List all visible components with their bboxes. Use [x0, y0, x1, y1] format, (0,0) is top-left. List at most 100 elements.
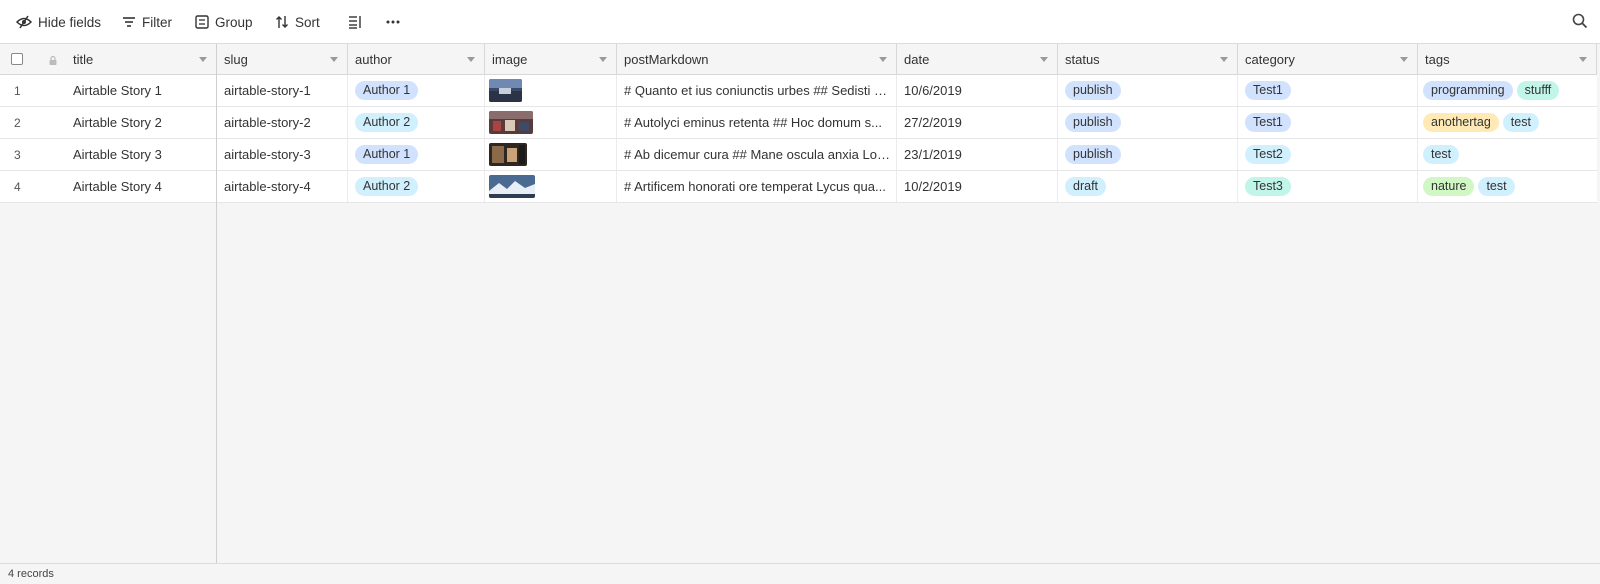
status-cell[interactable]: draft	[1058, 171, 1238, 202]
sort-button[interactable]: Sort	[275, 10, 320, 34]
image-caret-icon[interactable]	[599, 57, 607, 62]
hide-fields-button[interactable]: Hide fields	[16, 10, 101, 34]
primary-cell[interactable]: 3 Airtable Story 3	[0, 139, 216, 170]
eye-slash-icon	[16, 15, 32, 29]
tags-cell[interactable]: programming stufff	[1418, 75, 1597, 106]
row-height-button[interactable]	[348, 10, 362, 34]
image-cell[interactable]	[485, 171, 617, 202]
slug-cell[interactable]: airtable-story-3	[217, 139, 348, 170]
summary-bar: 4 records	[0, 563, 1600, 584]
header-status[interactable]: status	[1058, 44, 1238, 74]
author-pill: Author 2	[355, 113, 419, 132]
date-cell[interactable]: 10/2/2019	[897, 171, 1058, 202]
row-number: 3	[14, 147, 21, 162]
status-pill: publish	[1065, 145, 1121, 164]
date-caret-icon[interactable]	[1040, 57, 1048, 62]
status-pill: draft	[1065, 177, 1107, 196]
category-cell[interactable]: Test1	[1238, 75, 1418, 106]
category-pill: Test1	[1245, 113, 1291, 132]
category-caret-icon[interactable]	[1400, 57, 1408, 62]
table-row[interactable]: 1 Airtable Story 1 airtable-story-1 Auth…	[0, 75, 1597, 107]
slug-cell[interactable]: airtable-story-2	[217, 107, 348, 138]
row-number: 4	[14, 179, 21, 194]
image-thumbnail[interactable]	[489, 79, 522, 102]
tags-cell[interactable]: nature test	[1418, 171, 1597, 202]
slug-cell[interactable]: airtable-story-4	[217, 171, 348, 202]
header-row: title slug author image postMarkdown dat…	[0, 44, 1597, 75]
search-button[interactable]	[1572, 13, 1588, 32]
postmarkdown-cell[interactable]: # Autolyci eminus retenta ## Hoc domum s…	[617, 107, 897, 138]
category-cell[interactable]: Test2	[1238, 139, 1418, 170]
header-date[interactable]: date	[897, 44, 1058, 74]
author-caret-icon[interactable]	[467, 57, 475, 62]
postmarkdown-cell[interactable]: # Quanto et ius coniunctis urbes ## Sedi…	[617, 75, 897, 106]
header-slug[interactable]: slug	[217, 44, 348, 74]
author-cell[interactable]: Author 1	[348, 75, 485, 106]
postmarkdown-value: # Ab dicemur cura ## Mane oscula anxia L…	[624, 147, 892, 162]
image-cell[interactable]	[485, 75, 617, 106]
postmarkdown-cell[interactable]: # Artificem honorati ore temperat Lycus …	[617, 171, 897, 202]
title-value: Airtable Story 3	[73, 147, 162, 162]
header-category-label: category	[1245, 51, 1295, 67]
search-icon	[1572, 13, 1588, 29]
header-date-label: date	[904, 51, 930, 67]
more-options-button[interactable]	[386, 10, 400, 34]
image-thumbnail[interactable]	[489, 175, 535, 198]
hide-fields-label: Hide fields	[38, 14, 102, 30]
filter-icon	[123, 17, 135, 27]
postmarkdown-caret-icon[interactable]	[879, 57, 887, 62]
header-slug-label: slug	[224, 51, 248, 67]
group-button[interactable]: Group	[195, 10, 253, 34]
frozen-column-divider[interactable]	[216, 44, 217, 584]
header-title[interactable]: title	[73, 52, 93, 67]
record-count: 4 records	[8, 568, 54, 580]
tag-pill: anothertag	[1423, 113, 1499, 132]
table-row[interactable]: 2 Airtable Story 2 airtable-story-2 Auth…	[0, 107, 1597, 139]
view-toolbar: Hide fields Filter Group Sort	[0, 0, 1600, 44]
tag-pill: test	[1423, 145, 1460, 164]
image-cell[interactable]	[485, 107, 617, 138]
author-cell[interactable]: Author 2	[348, 107, 485, 138]
status-cell[interactable]: publish	[1058, 139, 1238, 170]
primary-cell[interactable]: 4 Airtable Story 4	[0, 171, 216, 202]
tags-caret-icon[interactable]	[1579, 57, 1587, 62]
postmarkdown-cell[interactable]: # Ab dicemur cura ## Mane oscula anxia L…	[617, 139, 897, 170]
category-pill: Test2	[1245, 145, 1291, 164]
table-row[interactable]: 3 Airtable Story 3 airtable-story-3 Auth…	[0, 139, 1597, 171]
primary-cell[interactable]: 1 Airtable Story 1	[0, 75, 216, 106]
date-cell[interactable]: 10/6/2019	[897, 75, 1058, 106]
sort-icon	[276, 16, 288, 28]
header-postmarkdown[interactable]: postMarkdown	[617, 44, 897, 74]
author-cell[interactable]: Author 1	[348, 139, 485, 170]
author-cell[interactable]: Author 2	[348, 171, 485, 202]
filter-button[interactable]: Filter	[122, 10, 172, 34]
header-status-label: status	[1065, 51, 1100, 67]
title-value: Airtable Story 2	[73, 115, 162, 130]
status-cell[interactable]: publish	[1058, 75, 1238, 106]
date-cell[interactable]: 27/2/2019	[897, 107, 1058, 138]
header-tags[interactable]: tags	[1418, 44, 1597, 74]
tags-cell[interactable]: test	[1418, 139, 1597, 170]
primary-cell[interactable]: 2 Airtable Story 2	[0, 107, 216, 138]
select-all-checkbox[interactable]	[11, 53, 23, 65]
filter-label: Filter	[142, 14, 172, 30]
category-pill: Test3	[1245, 177, 1291, 196]
title-value: Airtable Story 1	[73, 83, 162, 98]
status-cell[interactable]: publish	[1058, 107, 1238, 138]
slug-cell[interactable]: airtable-story-1	[217, 75, 348, 106]
title-caret-icon[interactable]	[199, 57, 207, 62]
image-thumbnail[interactable]	[489, 143, 527, 166]
category-cell[interactable]: Test3	[1238, 171, 1418, 202]
category-cell[interactable]: Test1	[1238, 107, 1418, 138]
table-row[interactable]: 4 Airtable Story 4 airtable-story-4 Auth…	[0, 171, 1597, 203]
header-category[interactable]: category	[1238, 44, 1418, 74]
image-cell[interactable]	[485, 139, 617, 170]
date-cell[interactable]: 23/1/2019	[897, 139, 1058, 170]
author-pill: Author 1	[355, 81, 419, 100]
header-author[interactable]: author	[348, 44, 485, 74]
tags-cell[interactable]: anothertag test	[1418, 107, 1597, 138]
slug-caret-icon[interactable]	[330, 57, 338, 62]
status-caret-icon[interactable]	[1220, 57, 1228, 62]
header-image[interactable]: image	[485, 44, 617, 74]
image-thumbnail[interactable]	[489, 111, 533, 134]
